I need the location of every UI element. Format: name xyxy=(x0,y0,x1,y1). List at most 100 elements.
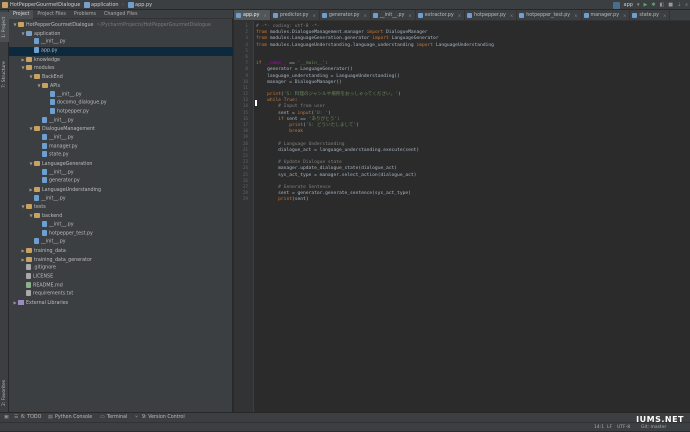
todo-tool-button[interactable]: 6: TODO xyxy=(21,414,41,422)
text-file-icon xyxy=(26,264,31,271)
tree-file[interactable]: hotpepper_test.py xyxy=(9,229,233,239)
editor-tab[interactable]: __init__.py × xyxy=(371,10,416,20)
tree-file[interactable]: state.py xyxy=(9,151,233,160)
close-icon[interactable]: × xyxy=(408,10,411,20)
coverage-icon[interactable]: ◧ xyxy=(660,2,665,8)
version-control-button[interactable]: 9: Version Control xyxy=(142,414,185,422)
tree-file[interactable]: __init__.py xyxy=(9,116,233,126)
tree-external-libraries[interactable]: ▶ External Libraries xyxy=(9,299,233,308)
tree-file[interactable]: manager.py xyxy=(9,142,233,152)
tab-project-files[interactable]: Project Files xyxy=(33,10,69,19)
tree-file[interactable]: __init__.py xyxy=(9,90,233,100)
tree-file[interactable]: __init__.py xyxy=(9,133,233,143)
watermark: IUMS.NET xyxy=(636,415,684,424)
tree-folder[interactable]: ▼ APIs xyxy=(9,82,233,91)
tree-file[interactable]: __init__.py xyxy=(9,38,233,47)
left-tool-strip: 1: Project 7: Structure 2: Favorites xyxy=(0,10,9,412)
tab-changed-files[interactable]: Changed Files xyxy=(100,10,141,19)
terminal-button[interactable]: Terminal xyxy=(107,414,127,422)
close-icon[interactable]: × xyxy=(574,10,577,20)
code-token: sent = generator.generate_sentence(sys_a… xyxy=(256,191,411,197)
tab-project[interactable]: Project xyxy=(9,10,34,19)
tree-file[interactable]: LICENSE xyxy=(9,272,233,282)
tool-window-toggle-icon[interactable]: ▣ xyxy=(4,414,9,422)
search-icon[interactable]: ⌕ xyxy=(685,2,688,8)
tree-file[interactable]: requirements.txt xyxy=(9,290,233,299)
close-icon[interactable]: × xyxy=(363,10,366,20)
tree-file[interactable]: .gitignore xyxy=(9,264,233,273)
code-token: (sent) xyxy=(291,197,309,203)
close-icon[interactable]: × xyxy=(623,10,626,20)
breadcrumb-project[interactable]: HotPepperGourmetDialogue xyxy=(10,1,80,9)
editor-scrollbar[interactable] xyxy=(683,21,690,412)
tree-folder[interactable]: ▶ training_data_generator xyxy=(9,256,233,265)
debug-icon[interactable]: ✱ xyxy=(651,2,655,8)
breadcrumb-file[interactable]: app.py xyxy=(135,1,152,9)
tree-item-label: __init__.py xyxy=(49,170,74,176)
tree-folder[interactable]: ▶ knowledge xyxy=(9,56,233,65)
favorites-tool-tab[interactable]: 2: Favorites xyxy=(0,376,9,410)
tree-item-label: application xyxy=(34,31,61,37)
stop-icon[interactable]: ■ xyxy=(668,2,673,8)
editor-tab[interactable]: manager.py × xyxy=(582,10,631,20)
tree-item-label: app.py xyxy=(41,48,58,54)
folder-icon xyxy=(26,247,32,253)
editor-tab[interactable]: hotpepper.py × xyxy=(465,10,518,20)
editor-tab-label: manager.py xyxy=(590,13,620,18)
code-editor[interactable]: # -*- coding: utf-8 -*- from modules.Dial… xyxy=(256,24,686,203)
tree-folder[interactable]: ▼ HotPepperGourmetDialogue ~/PycharmProjec… xyxy=(9,21,233,30)
run-config-select[interactable]: app xyxy=(624,2,633,8)
code-token: == xyxy=(286,61,298,67)
vcs-update-icon[interactable]: ⇣ xyxy=(677,2,681,8)
structure-tool-tab[interactable]: 7: Structure xyxy=(0,58,9,92)
tree-file[interactable]: generator.py xyxy=(9,177,233,186)
tab-problems[interactable]: Problems xyxy=(70,10,100,19)
editor-tab[interactable]: extractor.py × xyxy=(416,10,466,20)
tree-file[interactable]: app.py xyxy=(9,47,233,56)
folder-icon xyxy=(18,22,24,27)
tree-folder[interactable]: ▼ tests xyxy=(9,203,233,212)
editor-tab-label: app.py xyxy=(243,13,260,18)
tree-folder[interactable]: ▶ training_data xyxy=(9,247,233,256)
close-icon[interactable]: × xyxy=(312,10,315,20)
tree-folder[interactable]: ▼ application xyxy=(9,30,233,39)
tree-file[interactable]: __init__.py xyxy=(9,238,233,247)
markdown-file-icon xyxy=(26,281,31,288)
tree-folder[interactable]: ▼ modules xyxy=(9,64,233,73)
close-icon[interactable]: × xyxy=(263,10,266,20)
editor-tab[interactable]: state.py × xyxy=(630,10,671,20)
close-icon[interactable]: × xyxy=(510,10,513,20)
tree-folder[interactable]: ▼ DialogueManagement xyxy=(9,125,233,134)
code-token: True xyxy=(283,98,295,104)
code-token: 'ありがとう' xyxy=(308,116,338,122)
editor-tab[interactable]: predictor.py × xyxy=(271,10,320,20)
tree-file[interactable]: docomo_dialogue.py xyxy=(9,99,233,108)
editor-tab-label: hotpepper.py xyxy=(474,13,506,18)
python-console-button[interactable]: Python Console xyxy=(55,414,92,422)
tree-file[interactable]: __init__.py xyxy=(9,194,233,204)
run-icon[interactable]: ▶ xyxy=(643,2,647,8)
tree-item-label: __init__.py xyxy=(41,39,66,45)
project-folder-icon xyxy=(2,2,8,8)
breadcrumb-folder[interactable]: application xyxy=(91,1,119,9)
tree-item-label: __init__.py xyxy=(49,135,74,141)
editor-tab[interactable]: generator.py × xyxy=(320,10,371,20)
close-icon[interactable]: × xyxy=(458,10,461,20)
tree-folder[interactable]: ▼ BackEnd xyxy=(9,73,233,82)
tree-file[interactable]: hotpepper.py xyxy=(9,107,233,117)
editor-tab[interactable]: app.py × xyxy=(234,10,271,20)
tree-folder[interactable]: ▼ LanguageGeneration xyxy=(9,160,233,169)
project-tool-tab[interactable]: 1: Project xyxy=(0,12,9,42)
tree-file[interactable]: __init__.py xyxy=(9,220,233,230)
editor-tab[interactable]: hotpepper_test.py × xyxy=(517,10,582,20)
tree-file[interactable]: README.md xyxy=(9,281,233,291)
tree-file[interactable]: __init__.py xyxy=(9,168,233,178)
code-token: ) xyxy=(356,123,360,128)
tree-folder[interactable]: ▼ backend xyxy=(9,212,233,221)
tree-folder[interactable]: ▶ LanguageUnderstanding xyxy=(9,186,233,195)
close-icon[interactable]: × xyxy=(663,10,666,20)
chevron-down-icon[interactable]: ▾ xyxy=(637,2,640,8)
run-toolbar: app ▾ ▶ ✱ ◧ ■ ⇣ ⌕ xyxy=(612,1,688,9)
